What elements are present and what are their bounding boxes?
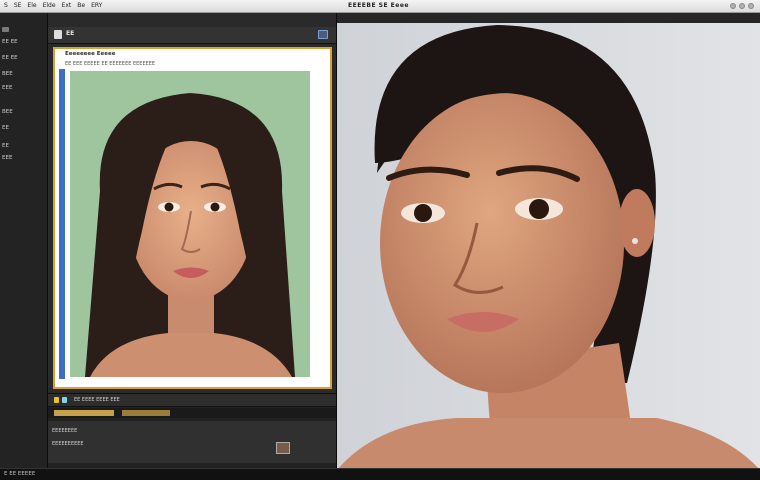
menu-item-1[interactable]: S [4,0,8,12]
portrait-photo [70,71,310,377]
timeline-lower: EEEEEEEE EEEEEEEEEE [48,421,336,463]
document-canvas[interactable]: Eeeeeeee Eeeee EE EEE EEEEE EE EEEEEEE E… [53,47,332,389]
sidebar-item-2[interactable]: EE EE [2,55,18,61]
menu-item-3[interactable]: Ele [27,0,36,12]
timeline-row-1: EE EEEE EEEE EEE [74,397,120,403]
sidebar-item-1[interactable]: EE EE [2,39,18,45]
close-icon[interactable] [748,3,754,9]
document-icon [54,30,62,39]
preview-portrait [337,23,760,470]
marker-icon[interactable] [62,397,67,403]
window-controls [730,3,754,9]
timeline-clip-2[interactable] [122,410,170,416]
menu-item-6[interactable]: Be [77,0,85,12]
menu-bar: S SE Ele Elde Ext Be ERY EEEEBE SE Eeee [0,0,760,13]
collapse-button[interactable] [318,30,328,39]
timeline-track[interactable] [48,408,336,418]
minimize-icon[interactable] [730,3,736,9]
menu-item-2[interactable]: SE [14,0,22,12]
document-subtitle: EE EEE EEEEE EE EEEEEEE EEEEEEE [65,61,156,67]
sidebar-item-7[interactable]: EE [2,143,9,149]
sidebar-item-5[interactable]: BEE [2,109,13,115]
preview-viewport[interactable] [337,23,760,470]
menu-item-7[interactable]: ERY [91,0,102,12]
vertical-ruler [59,69,65,379]
panel-header-label: EE [66,30,75,37]
keyframe-icon[interactable] [54,397,59,403]
status-text: E EE EEEEE [4,471,36,477]
sidebar: EE EE EE EE BEE EEE BEE EE EE EEE [0,13,48,468]
portrait-illustration [70,71,310,377]
sidebar-item-8[interactable]: EEE [2,155,12,161]
editor-window: S SE Ele Elde Ext Be ERY EEEEBE SE Eeee … [0,0,760,480]
app-title: EEEEBE SE Eeee [348,2,409,9]
menu-item-4[interactable]: Elde [43,0,56,12]
status-bar: E EE EEEEE [0,468,760,480]
document-panel: EE Eeeeeeee Eeeee EE EEE EEEEE EE EEEEEE… [48,13,337,469]
sidebar-item-6[interactable]: EE [2,125,9,131]
sidebar-item-4[interactable]: EEE [2,85,12,91]
thumbnail-icon[interactable] [276,442,290,454]
timeline-panel: EE EEEE EEEE EEE EEEEEEEE EEEEEEEEEE [48,393,336,469]
timeline-row-2: EEEEEEEE [52,428,78,434]
timeline-toolbar: EE EEEE EEEE EEE [48,394,336,407]
menu-item-5[interactable]: Ext [62,0,72,12]
document-title: Eeeeeeee Eeeee [65,51,116,57]
sidebar-item-3[interactable]: BEE [2,71,13,77]
grid-icon[interactable] [2,27,9,32]
panel-header: EE [48,27,336,44]
timeline-row-3: EEEEEEEEEE [52,441,84,447]
timeline-clip-1[interactable] [54,410,114,416]
menu-list: S SE Ele Elde Ext Be ERY [4,0,102,12]
maximize-icon[interactable] [739,3,745,9]
